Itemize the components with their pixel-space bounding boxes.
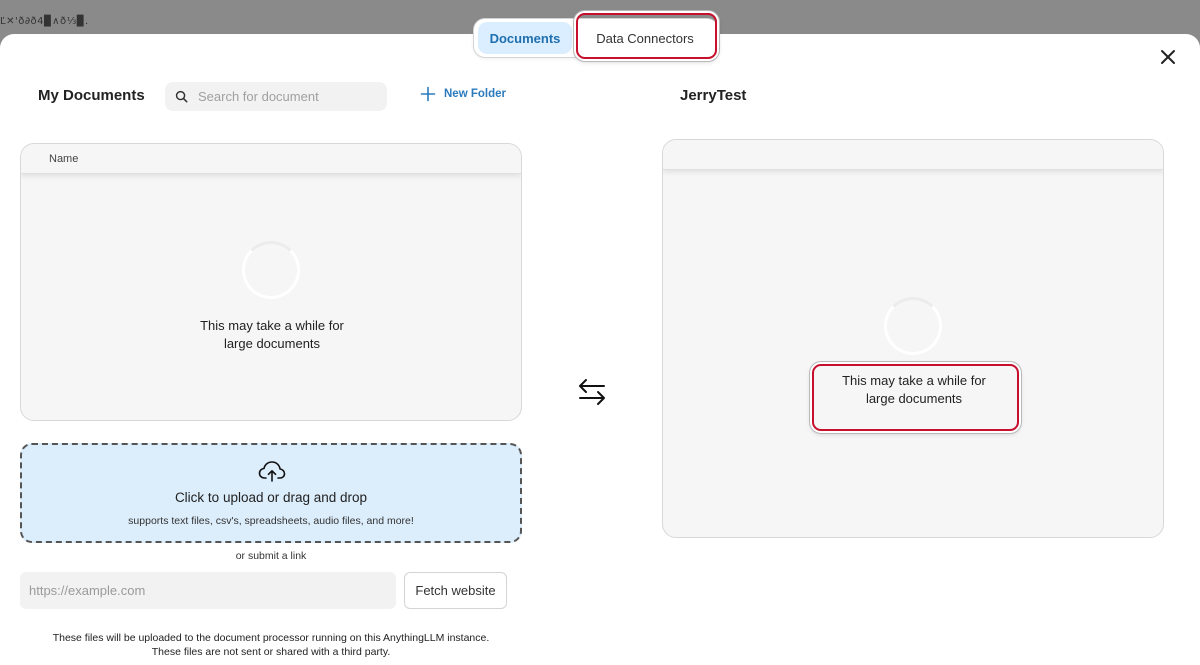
name-column-header: Name — [49, 152, 79, 165]
table-header: Name — [21, 144, 521, 174]
my-documents-panel: Name This may take a while for large doc… — [20, 143, 522, 421]
document-search[interactable] — [165, 82, 387, 111]
cloud-upload-icon — [258, 461, 286, 482]
background-text: Ľ✕'ð∂ð4▉∧ð⅓▉. — [0, 16, 89, 27]
workspace-title: JerryTest — [680, 87, 747, 104]
footnote-line-2: These files are not sent or shared with … — [151, 646, 391, 658]
new-folder-label: New Folder — [444, 88, 506, 100]
workspace-documents-panel: This may take a while for large document… — [662, 139, 1164, 538]
upload-dropzone[interactable]: Click to upload or drag and drop support… — [20, 443, 522, 543]
close-icon[interactable] — [1158, 47, 1178, 67]
url-input[interactable] — [20, 572, 396, 609]
search-input[interactable] — [198, 89, 378, 104]
plus-icon — [420, 86, 436, 102]
or-submit-link-label: or submit a link — [235, 550, 307, 562]
tab-documents[interactable]: Documents — [478, 22, 572, 54]
loading-message: This may take a while for large document… — [172, 317, 372, 353]
new-folder-button[interactable]: New Folder — [420, 86, 506, 102]
workspace-loading-spinner — [884, 297, 942, 355]
loading-line-1: This may take a while for — [200, 318, 344, 333]
workspace-loading-line-2: large documents — [865, 391, 963, 406]
swap-arrows-icon[interactable] — [577, 377, 607, 407]
my-documents-title: My Documents — [38, 87, 145, 104]
workspace-loading-line-1: This may take a while for — [842, 373, 986, 388]
upload-title: Click to upload or drag and drop — [174, 490, 368, 505]
fetch-website-button[interactable]: Fetch website — [404, 572, 507, 609]
search-icon — [175, 90, 188, 103]
upload-footnote: These files will be uploaded to the docu… — [20, 631, 522, 659]
footnote-line-1: These files will be uploaded to the docu… — [52, 632, 490, 644]
workspace-table-header — [663, 140, 1163, 170]
workspace-loading-message: This may take a while for large document… — [814, 372, 1014, 408]
loading-spinner — [242, 241, 300, 299]
upload-subtitle: supports text files, csv's, spreadsheets… — [128, 515, 414, 527]
loading-line-2: large documents — [223, 336, 321, 351]
tab-bar: Documents Data Connectors — [473, 18, 719, 58]
tab-data-connectors[interactable]: Data Connectors — [578, 22, 712, 54]
